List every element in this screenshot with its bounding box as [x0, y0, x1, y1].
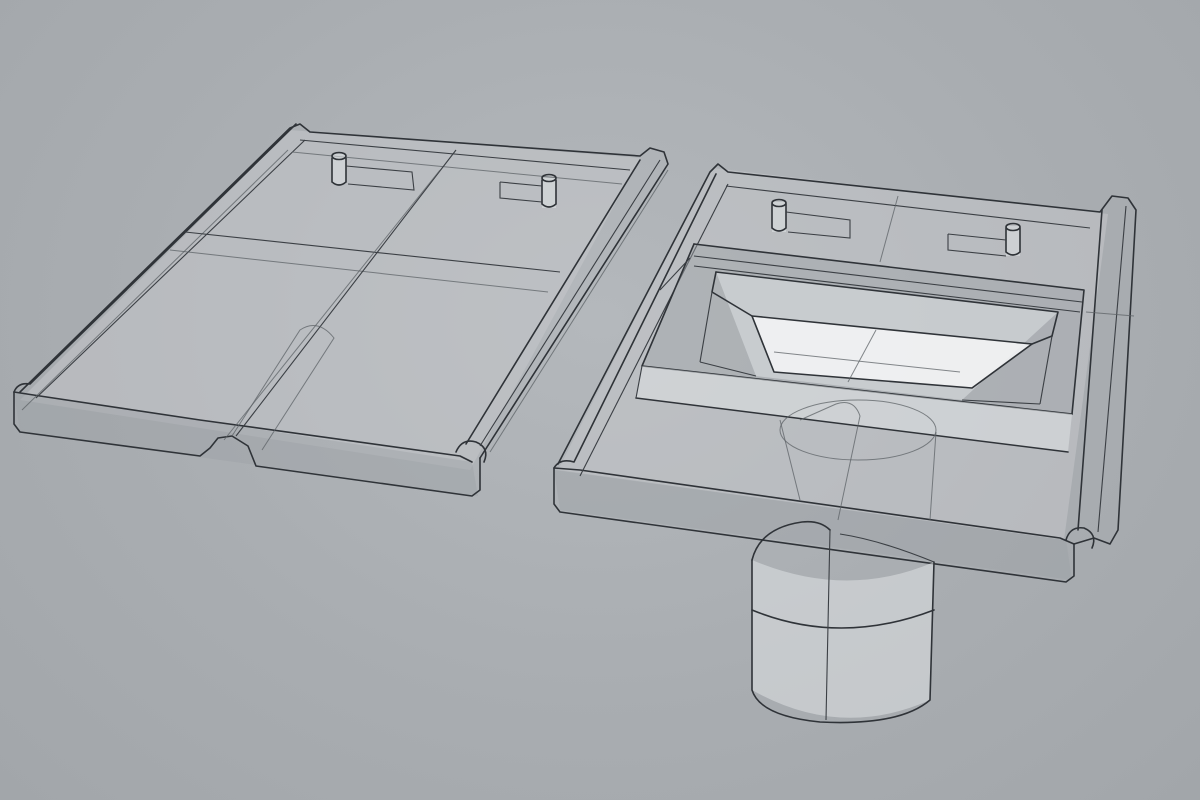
vent-roof-tile-right[interactable]: [553, 163, 1137, 724]
vent-right-gutter-roll-end: [1065, 526, 1095, 549]
cad-viewport[interactable]: [0, 0, 1200, 800]
wireframe-scene: [13, 123, 1137, 724]
